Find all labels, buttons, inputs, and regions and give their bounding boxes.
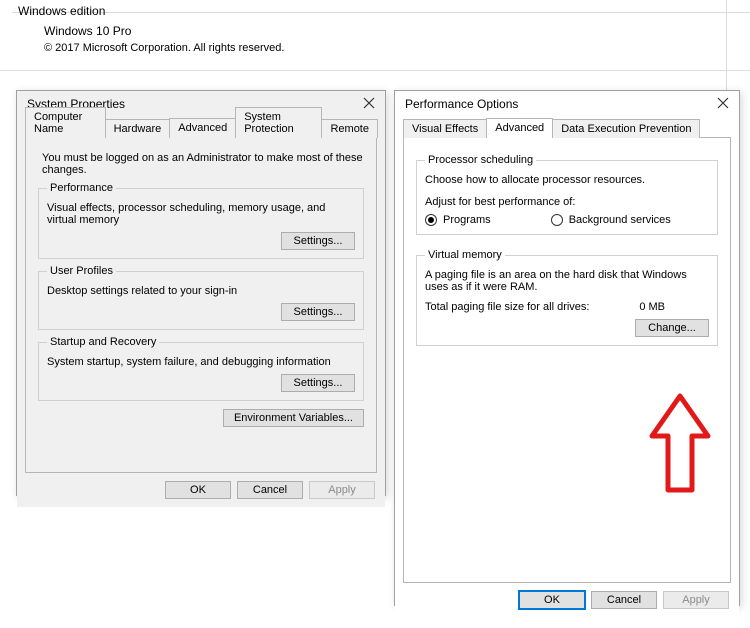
tab-computer-name[interactable]: Computer Name [25, 107, 106, 138]
virtual-memory-desc: A paging file is an area on the hard dis… [425, 269, 709, 293]
performance-desc: Visual effects, processor scheduling, me… [47, 202, 355, 226]
performance-options-dialog: Performance Options Visual Effects Advan… [394, 90, 740, 606]
windows-edition-label: Windows edition [18, 4, 732, 18]
startup-recovery-settings-button[interactable]: Settings... [281, 374, 355, 392]
change-button[interactable]: Change... [635, 319, 709, 337]
tab-system-protection[interactable]: System Protection [235, 107, 322, 138]
performance-group: Performance Visual effects, processor sc… [38, 182, 364, 259]
user-profiles-settings-button[interactable]: Settings... [281, 303, 355, 321]
processor-scheduling-legend: Processor scheduling [425, 154, 536, 166]
radio-programs[interactable]: Programs [425, 214, 491, 226]
startup-recovery-group: Startup and Recovery System startup, sys… [38, 336, 364, 401]
user-profiles-legend: User Profiles [47, 265, 116, 277]
radio-dot-icon [551, 214, 563, 226]
virtual-memory-legend: Virtual memory [425, 249, 505, 261]
user-profiles-group: User Profiles Desktop settings related t… [38, 265, 364, 330]
processor-scheduling-group: Processor scheduling Choose how to alloc… [416, 154, 718, 235]
processor-scheduling-desc: Choose how to allocate processor resourc… [425, 174, 709, 186]
system-properties-tabs: Computer Name Hardware Advanced System P… [25, 117, 377, 138]
apply-button[interactable]: Apply [309, 481, 375, 499]
performance-settings-button[interactable]: Settings... [281, 232, 355, 250]
cancel-button[interactable]: Cancel [591, 591, 657, 609]
cancel-button[interactable]: Cancel [237, 481, 303, 499]
radio-background-label: Background services [569, 214, 671, 226]
copyright-text: © 2017 Microsoft Corporation. All rights… [44, 42, 732, 54]
system-properties-dialog: System Properties Computer Name Hardware… [16, 90, 386, 496]
divider-below-header [0, 70, 750, 71]
tab-remote[interactable]: Remote [321, 119, 378, 138]
ok-button[interactable]: OK [519, 591, 585, 609]
close-icon[interactable] [717, 97, 731, 111]
performance-options-title: Performance Options [405, 97, 518, 111]
ok-button[interactable]: OK [165, 481, 231, 499]
radio-background-services[interactable]: Background services [551, 214, 671, 226]
system-properties-body: You must be logged on as an Administrato… [25, 138, 377, 473]
environment-variables-button[interactable]: Environment Variables... [223, 409, 364, 427]
tab-advanced[interactable]: Advanced [169, 118, 236, 138]
user-profiles-desc: Desktop settings related to your sign-in [47, 285, 355, 297]
admin-note: You must be logged on as an Administrato… [42, 152, 364, 176]
tab-dep[interactable]: Data Execution Prevention [552, 119, 700, 138]
tab-hardware[interactable]: Hardware [105, 119, 171, 138]
radio-dot-icon [425, 214, 437, 226]
performance-legend: Performance [47, 182, 116, 194]
performance-options-titlebar[interactable]: Performance Options [395, 91, 739, 117]
windows-edition-panel: Windows edition Windows 10 Pro © 2017 Mi… [0, 0, 750, 68]
system-properties-footer: OK Cancel Apply [17, 473, 385, 507]
performance-options-footer: OK Cancel Apply [395, 583, 739, 617]
tab-perf-advanced[interactable]: Advanced [486, 118, 553, 138]
total-paging-label: Total paging file size for all drives: [425, 301, 589, 313]
startup-recovery-desc: System startup, system failure, and debu… [47, 356, 355, 368]
performance-options-tabs: Visual Effects Advanced Data Execution P… [403, 117, 731, 138]
windows-edition-value: Windows 10 Pro [44, 24, 732, 38]
performance-options-body: Processor scheduling Choose how to alloc… [403, 138, 731, 583]
radio-programs-label: Programs [443, 214, 491, 226]
virtual-memory-group: Virtual memory A paging file is an area … [416, 249, 718, 346]
tab-visual-effects[interactable]: Visual Effects [403, 119, 487, 138]
close-icon[interactable] [363, 97, 377, 111]
startup-recovery-legend: Startup and Recovery [47, 336, 159, 348]
adjust-for-label: Adjust for best performance of: [425, 196, 709, 208]
apply-button[interactable]: Apply [663, 591, 729, 609]
total-paging-value: 0 MB [639, 301, 665, 313]
